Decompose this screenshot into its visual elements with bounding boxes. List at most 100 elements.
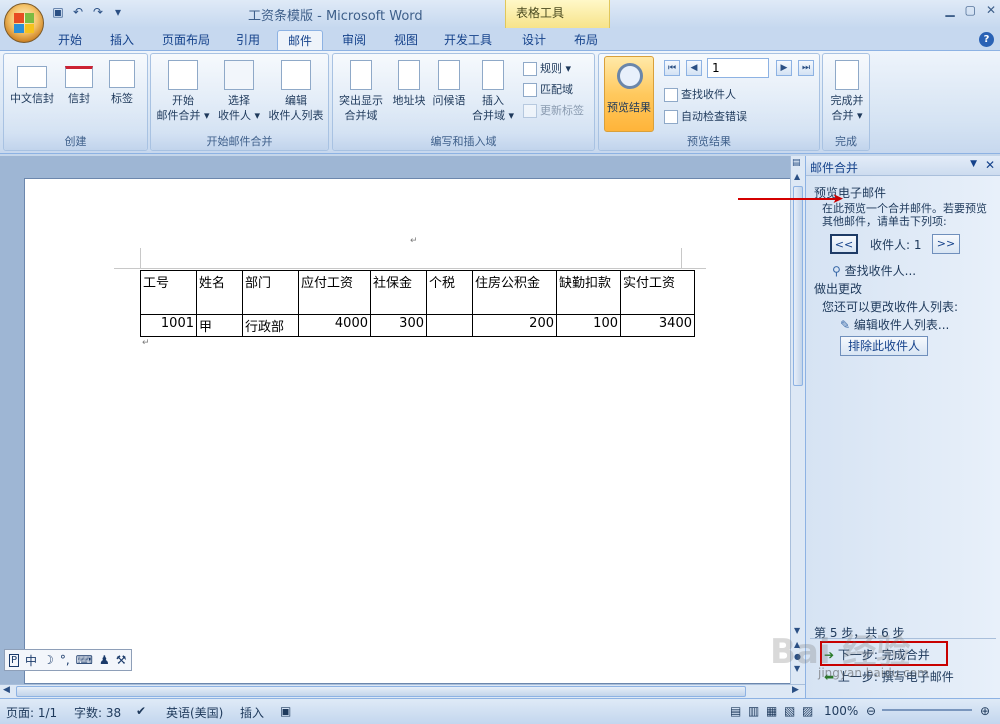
tab-home[interactable]: 开始: [50, 30, 90, 50]
table-header-cell[interactable]: 社保金: [370, 270, 427, 315]
tab-layout[interactable]: 布局: [564, 30, 608, 50]
select-recipients-button[interactable]: 选择 收件人 ▾: [213, 60, 265, 123]
zoom-slider[interactable]: [882, 709, 972, 711]
table-header-cell[interactable]: 姓名: [196, 270, 243, 315]
help-icon[interactable]: ?: [979, 32, 994, 47]
horizontal-scroll-thumb[interactable]: [16, 686, 746, 697]
tab-review[interactable]: 审阅: [332, 30, 376, 50]
tab-insert[interactable]: 插入: [100, 30, 144, 50]
task-pane-close-icon[interactable]: ✕: [985, 158, 995, 172]
exclude-recipient-button[interactable]: 排除此收件人: [840, 336, 928, 356]
ime-settings-icon[interactable]: ⚒: [116, 653, 127, 667]
web-layout-icon[interactable]: ▦: [766, 704, 777, 718]
salary-table[interactable]: 工号 姓名 部门 应付工资 社保金 个税 住房公积金 缺勤扣款 实付工资 100…: [140, 270, 695, 337]
zoom-in-icon[interactable]: ⊕: [980, 704, 990, 718]
table-header-cell[interactable]: 应付工资: [298, 270, 371, 315]
ime-keyboard-icon[interactable]: ⌨: [76, 653, 93, 667]
close-button[interactable]: ✕: [986, 3, 996, 17]
reading-layout-icon[interactable]: ▥: [748, 704, 759, 718]
scroll-up-icon[interactable]: ▲: [794, 172, 800, 181]
address-block-button[interactable]: 地址块: [389, 60, 429, 108]
start-mail-merge-button[interactable]: 开始 邮件合并 ▾: [153, 60, 213, 123]
table-cell[interactable]: 100: [556, 314, 621, 337]
scroll-right-icon[interactable]: ▶: [792, 685, 799, 695]
highlight-merge-fields-button[interactable]: 突出显示 合并域: [335, 60, 387, 123]
match-fields-button[interactable]: 匹配域: [523, 81, 573, 99]
greeting-line-button[interactable]: 问候语: [429, 60, 469, 108]
outline-view-icon[interactable]: ▧: [784, 704, 795, 718]
next-record-button[interactable]: ▶: [776, 60, 792, 76]
last-record-button[interactable]: ⏭: [798, 60, 814, 76]
chinese-envelope-button[interactable]: 中文信封: [8, 60, 56, 106]
table-header-cell[interactable]: 缺勤扣款: [556, 270, 621, 315]
table-header-cell[interactable]: 个税: [426, 270, 473, 315]
document-area: [0, 156, 790, 684]
find-recipient-link[interactable]: ⚲ 查找收件人...: [832, 262, 916, 279]
office-button[interactable]: [4, 3, 44, 43]
vertical-scrollbar[interactable]: ▤ ▲ ▼ ▲ ● ▼: [790, 156, 805, 684]
tab-design[interactable]: 设计: [514, 30, 554, 50]
minimize-button[interactable]: ▁: [945, 3, 954, 17]
table-cell[interactable]: 1001: [140, 314, 197, 337]
edit-recipient-list-button[interactable]: 编辑 收件人列表: [265, 60, 327, 123]
table-cell[interactable]: 300: [370, 314, 427, 337]
table-cell[interactable]: [426, 314, 473, 337]
table-cell[interactable]: 200: [472, 314, 557, 337]
table-header-cell[interactable]: 住房公积金: [472, 270, 557, 315]
page-count[interactable]: 页面: 1/1: [6, 704, 57, 721]
labels-button[interactable]: 标签: [102, 60, 142, 106]
scroll-left-icon[interactable]: ◀: [3, 685, 10, 695]
envelope-button[interactable]: 信封: [60, 60, 98, 106]
ime-halfwidth-icon[interactable]: ☽: [43, 653, 54, 667]
ime-user-icon[interactable]: ♟: [99, 653, 110, 667]
ime-logo-icon[interactable]: P: [9, 653, 20, 667]
ime-toolbar[interactable]: P 中 ☽ °, ⌨ ♟ ⚒: [4, 649, 132, 671]
tab-view[interactable]: 视图: [384, 30, 428, 50]
language-indicator[interactable]: 英语(美国): [166, 704, 223, 721]
save-icon[interactable]: ▣: [50, 4, 66, 20]
previous-record-button[interactable]: ◀: [686, 60, 702, 76]
table-header-cell[interactable]: 工号: [140, 270, 197, 315]
ruler-toggle-icon[interactable]: ▤: [792, 158, 801, 168]
horizontal-scrollbar[interactable]: ◀ ▶: [0, 684, 805, 698]
table-cell[interactable]: 3400: [620, 314, 695, 337]
task-pane-menu-icon[interactable]: ▼: [970, 159, 977, 169]
vertical-scroll-thumb[interactable]: [793, 186, 803, 386]
insert-merge-field-button[interactable]: 插入 合并域 ▾: [469, 60, 517, 123]
redo-icon[interactable]: ↷: [90, 4, 106, 20]
record-number-input[interactable]: 1: [707, 58, 769, 78]
insert-mode[interactable]: 插入: [240, 704, 264, 721]
next-recipient-button[interactable]: >>: [932, 234, 960, 254]
table-header-cell[interactable]: 部门: [242, 270, 299, 315]
table-cell[interactable]: 甲: [196, 314, 243, 337]
undo-icon[interactable]: ↶: [70, 4, 86, 20]
word-count[interactable]: 字数: 38: [74, 704, 121, 721]
update-labels-button[interactable]: 更新标签: [523, 102, 584, 120]
preview-results-button[interactable]: 预览结果: [604, 56, 654, 132]
first-record-button[interactable]: ⏮: [664, 60, 680, 76]
previous-recipient-button[interactable]: <<: [830, 234, 858, 254]
tab-page-layout[interactable]: 页面布局: [152, 30, 220, 50]
maximize-button[interactable]: ▢: [965, 3, 976, 17]
table-cell[interactable]: 4000: [298, 314, 371, 337]
macro-record-icon[interactable]: ▣: [280, 704, 291, 718]
table-cell[interactable]: 行政部: [242, 314, 299, 337]
rules-button[interactable]: 规则 ▾: [523, 60, 571, 78]
draft-view-icon[interactable]: ▨: [802, 704, 813, 718]
find-recipient-ribbon-button[interactable]: 查找收件人: [664, 86, 736, 104]
tab-developer[interactable]: 开发工具: [436, 30, 500, 50]
tab-mailings[interactable]: 邮件: [277, 30, 323, 50]
zoom-level[interactable]: 100%: [824, 704, 858, 718]
ime-punctuation-icon[interactable]: °,: [60, 653, 70, 667]
proofing-icon[interactable]: ✔: [136, 704, 146, 718]
document-page[interactable]: [24, 178, 790, 684]
table-header-cell[interactable]: 实付工资: [620, 270, 695, 315]
edit-recipient-list-link[interactable]: ✎ 编辑收件人列表...: [840, 316, 949, 333]
tab-references[interactable]: 引用: [226, 30, 270, 50]
auto-check-errors-button[interactable]: 自动检查错误: [664, 108, 747, 126]
ime-chinese-toggle[interactable]: 中: [25, 652, 37, 669]
zoom-out-icon[interactable]: ⊖: [866, 704, 876, 718]
print-layout-icon[interactable]: ▤: [730, 704, 741, 718]
finish-merge-button[interactable]: 完成并 合并 ▾: [825, 60, 869, 123]
qat-customize-icon[interactable]: ▾: [110, 4, 126, 20]
